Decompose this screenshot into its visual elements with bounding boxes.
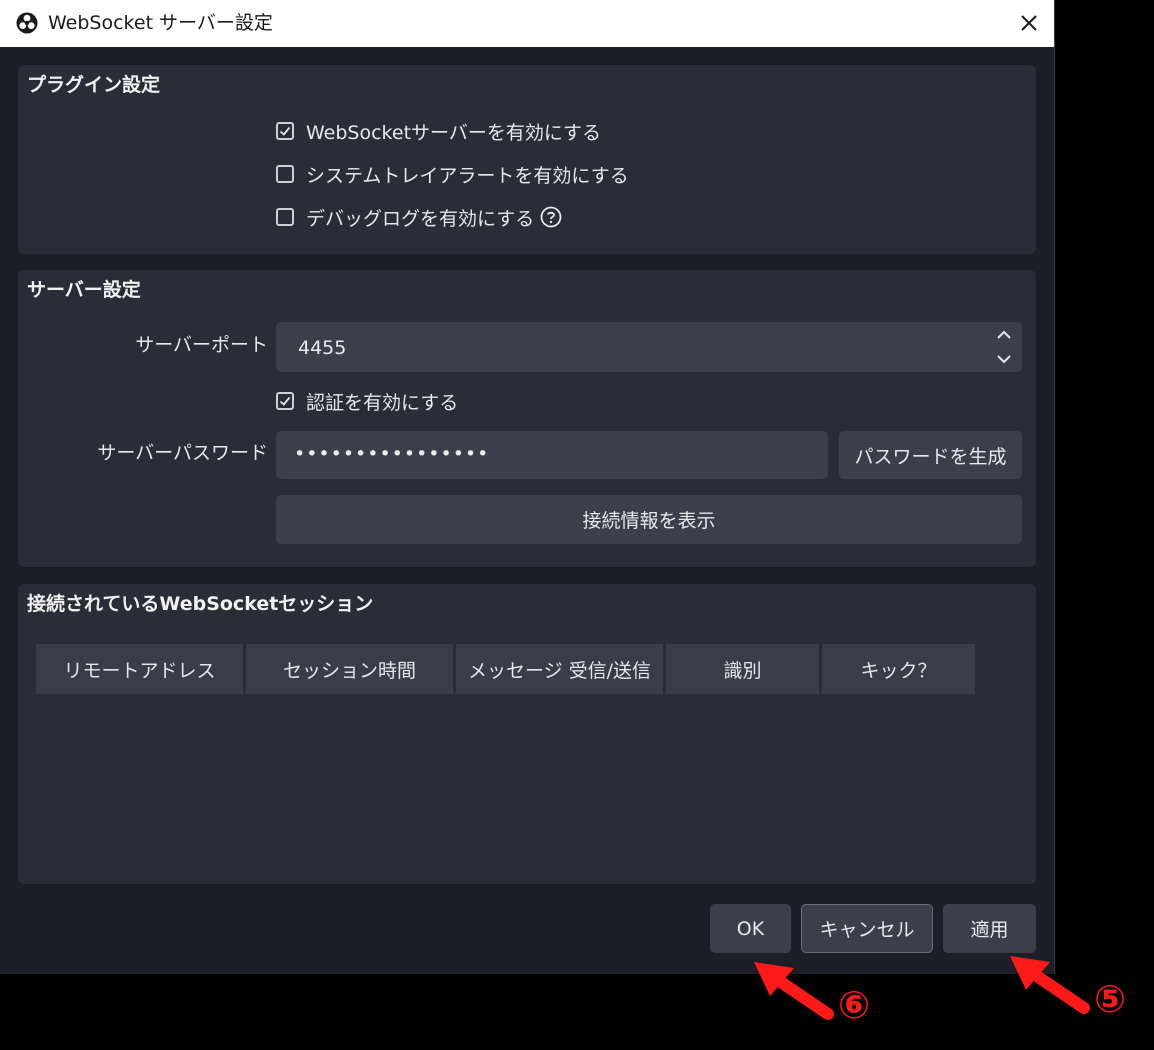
- column-header-identified[interactable]: 識別: [666, 644, 819, 694]
- enable-debug-log-checkbox-row[interactable]: デバッグログを有効にする: [276, 204, 562, 230]
- enable-auth-label: 認証を有効にする: [306, 391, 459, 414]
- websocket-settings-dialog: WebSocket サーバー設定 プラグイン設定 WebSocketサーバーを有…: [0, 0, 1055, 974]
- chevron-up-icon[interactable]: [986, 322, 1022, 347]
- generate-password-button[interactable]: パスワードを生成: [839, 431, 1022, 479]
- ok-marker-label: ⑥: [838, 983, 871, 1027]
- server-port-input[interactable]: 4455: [276, 322, 986, 372]
- ok-button[interactable]: OK: [710, 904, 791, 953]
- enable-server-checkbox-row[interactable]: WebSocketサーバーを有効にする: [276, 118, 601, 144]
- server-port-stepper[interactable]: [986, 322, 1022, 372]
- help-icon[interactable]: [540, 206, 562, 228]
- window-title: WebSocket サーバー設定: [48, 12, 273, 34]
- enable-server-checkbox[interactable]: [276, 122, 294, 140]
- plugin-settings-title: プラグイン設定: [27, 74, 161, 96]
- enable-debug-log-checkbox[interactable]: [276, 208, 294, 226]
- column-header-session-duration[interactable]: セッション時間: [246, 644, 453, 694]
- websocket-sessions-title: 接続されているWebSocketセッション: [27, 593, 374, 615]
- checkmark-icon: [279, 396, 291, 406]
- enable-auth-checkbox[interactable]: [276, 392, 294, 410]
- server-password-label: サーバーパスワード: [97, 442, 268, 464]
- enable-tray-alerts-checkbox-row[interactable]: システムトレイアラートを有効にする: [276, 161, 629, 187]
- cancel-button[interactable]: キャンセル: [801, 904, 933, 953]
- enable-tray-alerts-label: システムトレイアラートを有効にする: [306, 164, 629, 187]
- chevron-down-icon[interactable]: [986, 347, 1022, 372]
- server-port-value: 4455: [298, 337, 347, 359]
- close-icon[interactable]: [1012, 8, 1046, 38]
- arrow-to-apply-icon: [1010, 956, 1090, 1014]
- server-password-input[interactable]: ••••••••••••••••: [276, 431, 828, 479]
- enable-tray-alerts-checkbox[interactable]: [276, 165, 294, 183]
- enable-server-label: WebSocketサーバーを有効にする: [306, 121, 602, 144]
- show-connect-info-button[interactable]: 接続情報を表示: [276, 495, 1022, 544]
- checkmark-icon: [279, 126, 291, 136]
- enable-debug-log-label: デバッグログを有効にする: [306, 207, 535, 230]
- server-port-label: サーバーポート: [135, 334, 268, 356]
- server-settings-title: サーバー設定: [27, 279, 141, 301]
- apply-marker-label: ⑤: [1094, 977, 1127, 1021]
- column-header-remote-address[interactable]: リモートアドレス: [36, 644, 243, 694]
- obs-logo-icon: [16, 12, 38, 34]
- title-bar: WebSocket サーバー設定: [0, 0, 1054, 47]
- enable-auth-checkbox-row[interactable]: 認証を有効にする: [276, 388, 458, 414]
- server-settings-group: サーバー設定 サーバーポート 4455 認証を有効にする サーバーパスワード •…: [18, 270, 1036, 567]
- websocket-sessions-group: 接続されているWebSocketセッション リモートアドレス セッション時間 メ…: [18, 584, 1036, 884]
- column-header-kick[interactable]: キック？: [822, 644, 975, 694]
- plugin-settings-group: プラグイン設定 WebSocketサーバーを有効にする システムトレイアラートを…: [18, 65, 1036, 254]
- server-password-value: ••••••••••••••••: [294, 443, 490, 465]
- column-header-messages[interactable]: メッセージ 受信/送信: [456, 644, 663, 694]
- arrow-to-ok-icon: [754, 962, 834, 1020]
- apply-button[interactable]: 適用: [943, 904, 1036, 953]
